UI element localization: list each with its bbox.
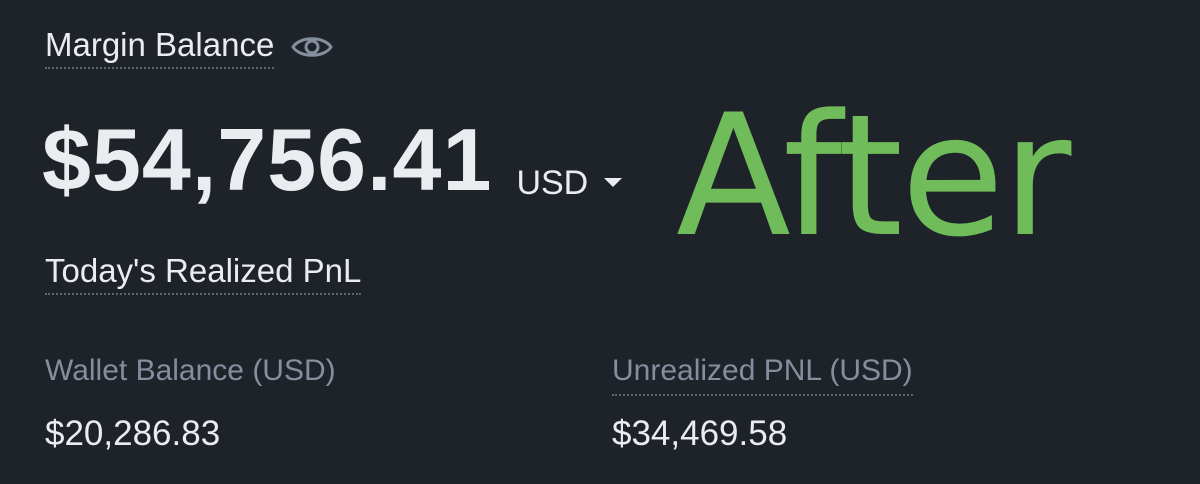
- wallet-balance-value: $20,286.83: [45, 414, 221, 453]
- margin-balance-row: $54,756.41 USD: [42, 116, 624, 204]
- margin-balance-label[interactable]: Margin Balance: [45, 28, 275, 69]
- margin-balance-value: $54,756.41: [42, 110, 493, 209]
- unrealized-pnl-value: $34,469.58: [612, 414, 788, 453]
- wallet-balance-label: Wallet Balance (USD): [45, 354, 336, 387]
- after-overlay-text: After: [676, 78, 1071, 274]
- todays-realized-pnl-label[interactable]: Today's Realized PnL: [45, 254, 362, 295]
- eye-icon[interactable]: [290, 32, 334, 62]
- currency-label: USD: [516, 164, 589, 202]
- margin-balance-header: Margin Balance: [45, 28, 334, 69]
- currency-select[interactable]: USD: [516, 166, 624, 200]
- unrealized-pnl-label[interactable]: Unrealized PNL (USD): [612, 356, 913, 396]
- caret-down-icon: [602, 176, 624, 190]
